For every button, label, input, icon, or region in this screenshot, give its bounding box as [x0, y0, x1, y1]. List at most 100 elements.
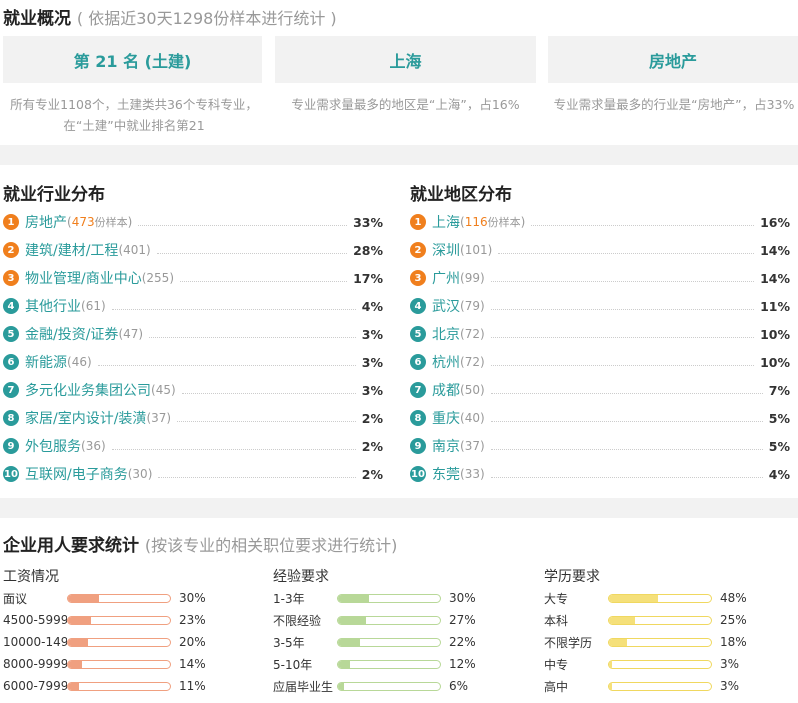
experience-row: 5-10年 12%	[273, 653, 476, 675]
experience-row: 1-3年 30%	[273, 587, 476, 609]
overview-title: 就业概况 ( 依据近30天1298份样本进行统计 )	[3, 4, 337, 29]
region-name[interactable]: 北京	[432, 324, 460, 344]
dotted-leader	[490, 280, 755, 282]
rank-badge: 9	[3, 438, 19, 454]
industry-row[interactable]: 5 金融/投资/证券 (47) 3%	[3, 323, 383, 345]
experience-label: 5-10年	[273, 657, 313, 672]
education-bar	[608, 615, 712, 625]
dotted-leader	[177, 420, 356, 422]
rank-badge: 2	[3, 242, 19, 258]
industry-percent: 33%	[353, 214, 383, 230]
region-row[interactable]: 9 南京 (37) 5%	[410, 435, 790, 457]
salary-bar-fill	[68, 682, 80, 690]
region-name[interactable]: 成都	[432, 380, 460, 400]
industry-count: (255)	[141, 271, 174, 285]
industry-count-number: 37	[151, 411, 167, 425]
overview-subtitle: ( 依据近30天1298份样本进行统计 )	[76, 9, 337, 28]
salary-bar-fill	[68, 638, 89, 646]
requirements-title-text: 企业用人要求统计	[3, 536, 139, 556]
dotted-leader	[111, 448, 356, 450]
dotted-leader	[498, 252, 755, 254]
overview-card-industry-desc: 专业需求量最多的行业是“房地产”，占33%	[553, 97, 795, 112]
region-count-number: 79	[464, 299, 480, 313]
industry-row[interactable]: 3 物业管理/商业中心 (255) 17%	[3, 267, 383, 289]
rank-badge: 8	[410, 410, 426, 426]
rank-badge: 3	[410, 270, 426, 286]
region-count: (50)	[460, 383, 485, 397]
region-list: 1 上海 (116份样本) 16% 2 深圳 (101) 14% 3 广州 (99) 14% 4 武汉 (7…	[410, 211, 790, 491]
overview-card-rank-desc: 所有专业1108个，土建类共36个专科专业，在“土建”中就业排名第21	[10, 97, 258, 133]
industry-name[interactable]: 其他行业	[25, 296, 81, 316]
industry-row[interactable]: 10 互联网/电子商务 (30) 2%	[3, 463, 383, 485]
education-percent: 3%	[720, 657, 740, 671]
industry-name[interactable]: 多元化业务集团公司	[25, 380, 151, 400]
salary-row: 6000-7999 11%	[3, 675, 206, 697]
region-row[interactable]: 6 杭州 (72) 10%	[410, 351, 790, 373]
industry-percent: 2%	[361, 438, 383, 454]
region-count-number: 37	[464, 439, 480, 453]
region-name[interactable]: 武汉	[432, 296, 460, 316]
industry-name[interactable]: 外包服务	[25, 436, 81, 456]
region-name[interactable]: 东莞	[432, 464, 460, 484]
region-name[interactable]: 广州	[432, 268, 460, 288]
industry-name[interactable]: 金融/投资/证券	[25, 324, 118, 344]
region-row[interactable]: 4 武汉 (79) 11%	[410, 295, 790, 317]
region-name[interactable]: 南京	[432, 436, 460, 456]
rank-badge: 1	[410, 214, 426, 230]
salary-label: 6000-7999	[3, 679, 67, 693]
industry-count: (46)	[67, 355, 92, 369]
experience-row: 不限经验 27%	[273, 609, 476, 631]
rank-badge: 9	[410, 438, 426, 454]
industry-row[interactable]: 8 家居/室内设计/装潢 (37) 2%	[3, 407, 383, 429]
region-name[interactable]: 杭州	[432, 352, 460, 372]
overview-card-industry[interactable]: 房地产	[548, 36, 798, 83]
region-name[interactable]: 重庆	[432, 408, 460, 428]
experience-bar	[337, 593, 441, 603]
region-row[interactable]: 2 深圳 (101) 14%	[410, 239, 790, 261]
region-percent: 5%	[768, 438, 790, 454]
salary-row: 4500-5999 23%	[3, 609, 206, 631]
education-bar	[608, 593, 712, 603]
region-count: (37)	[460, 439, 485, 453]
region-count-number: 101	[464, 243, 488, 257]
region-row[interactable]: 5 北京 (72) 10%	[410, 323, 790, 345]
region-name[interactable]: 上海	[432, 212, 460, 232]
industry-row[interactable]: 2 建筑/建材/工程 (401) 28%	[3, 239, 383, 261]
education-label: 高中	[544, 679, 569, 694]
region-row[interactable]: 1 上海 (116份样本) 16%	[410, 211, 790, 233]
industry-row[interactable]: 1 房地产 (473份样本) 33%	[3, 211, 383, 233]
requirements-subtitle: (按该专业的相关职位要求进行统计)	[144, 536, 398, 555]
education-row: 大专 48%	[544, 587, 747, 609]
industry-row[interactable]: 4 其他行业 (61) 4%	[3, 295, 383, 317]
salary-label: 8000-9999	[3, 657, 67, 671]
industry-count: (61)	[81, 299, 106, 313]
region-row[interactable]: 3 广州 (99) 14%	[410, 267, 790, 289]
education-percent: 18%	[720, 635, 747, 649]
industry-name[interactable]: 家居/室内设计/装潢	[25, 408, 146, 428]
salary-bar-fill	[68, 594, 99, 602]
region-percent: 4%	[768, 466, 790, 482]
industry-name[interactable]: 房地产	[25, 212, 67, 232]
education-percent: 3%	[720, 679, 740, 693]
region-row[interactable]: 7 成都 (50) 7%	[410, 379, 790, 401]
overview-card-industry-label: 房地产	[648, 51, 697, 71]
industry-count-number: 30	[132, 467, 148, 481]
overview-card-rank[interactable]: 第 21 名 (土建)	[3, 36, 262, 83]
industry-count: (473份样本)	[67, 215, 133, 229]
industry-name[interactable]: 建筑/建材/工程	[25, 240, 118, 260]
salary-bar	[67, 615, 171, 625]
industry-name[interactable]: 新能源	[25, 352, 67, 372]
education-bar-fill	[609, 594, 658, 602]
industry-row[interactable]: 6 新能源 (46) 3%	[3, 351, 383, 373]
region-row[interactable]: 10 东莞 (33) 4%	[410, 463, 790, 485]
region-name[interactable]: 深圳	[432, 240, 460, 260]
region-count-number: 72	[464, 327, 480, 341]
industry-row[interactable]: 7 多元化业务集团公司 (45) 3%	[3, 379, 383, 401]
overview-card-region[interactable]: 上海	[275, 36, 536, 83]
experience-percent: 12%	[449, 657, 476, 671]
region-row[interactable]: 8 重庆 (40) 5%	[410, 407, 790, 429]
industry-name[interactable]: 互联网/电子商务	[25, 464, 128, 484]
industry-name[interactable]: 物业管理/商业中心	[25, 268, 142, 288]
education-bar	[608, 681, 712, 691]
industry-row[interactable]: 9 外包服务 (36) 2%	[3, 435, 383, 457]
